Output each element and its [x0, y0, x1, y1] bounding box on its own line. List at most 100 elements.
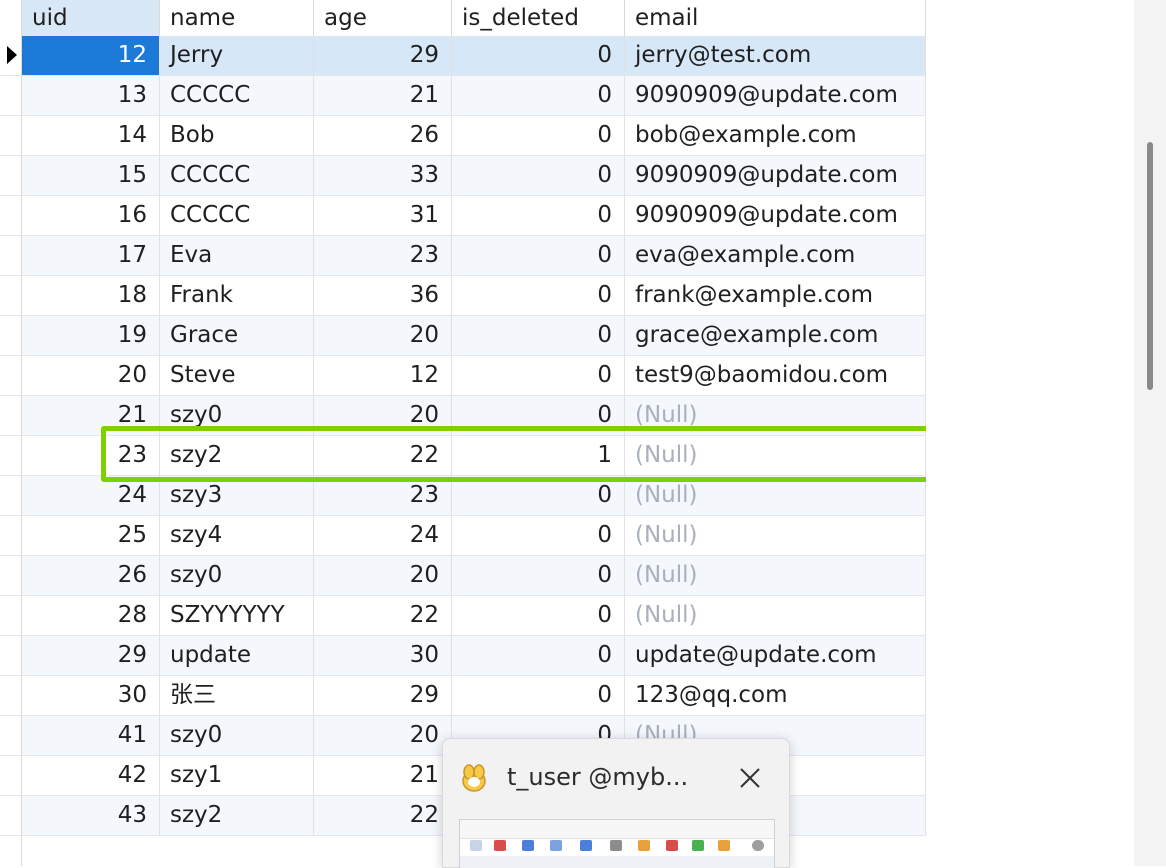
- cell-email[interactable]: frank@example.com: [625, 276, 926, 315]
- row-indicator[interactable]: [0, 356, 22, 395]
- table-row[interactable]: 28 SZYYYYYY 22 0 (Null): [0, 596, 926, 636]
- table-row[interactable]: 14 Bob 26 0 bob@example.com: [0, 116, 926, 156]
- cell-name[interactable]: szy1: [160, 756, 314, 795]
- cell-uid[interactable]: 18: [22, 276, 160, 315]
- row-indicator[interactable]: [0, 676, 22, 715]
- cell-uid[interactable]: 15: [22, 156, 160, 195]
- cell-age[interactable]: 31: [314, 196, 452, 235]
- row-indicator[interactable]: [0, 636, 22, 675]
- cell-is-deleted[interactable]: 0: [452, 556, 625, 595]
- row-indicator[interactable]: [0, 436, 22, 475]
- cell-email[interactable]: (Null): [625, 516, 926, 555]
- taskbar-window-preview[interactable]: t_user @myb...: [442, 738, 790, 868]
- cell-age[interactable]: 20: [314, 316, 452, 355]
- cell-uid[interactable]: 25: [22, 516, 160, 555]
- cell-email[interactable]: (Null): [625, 556, 926, 595]
- cell-uid[interactable]: 41: [22, 716, 160, 755]
- cell-email[interactable]: grace@example.com: [625, 316, 926, 355]
- cell-name[interactable]: CCCCC: [160, 76, 314, 115]
- cell-age[interactable]: 22: [314, 596, 452, 635]
- vertical-scrollbar[interactable]: [1134, 0, 1166, 866]
- cell-age[interactable]: 33: [314, 156, 452, 195]
- row-indicator[interactable]: [0, 236, 22, 275]
- scrollbar-thumb[interactable]: [1147, 142, 1153, 390]
- cell-uid[interactable]: 30: [22, 676, 160, 715]
- cell-email[interactable]: (Null): [625, 596, 926, 635]
- cell-is-deleted[interactable]: 0: [452, 76, 625, 115]
- cell-uid[interactable]: 20: [22, 356, 160, 395]
- cell-name[interactable]: Eva: [160, 236, 314, 275]
- cell-age[interactable]: 21: [314, 756, 452, 795]
- cell-age[interactable]: 36: [314, 276, 452, 315]
- row-indicator[interactable]: [0, 76, 22, 115]
- cell-is-deleted[interactable]: 0: [452, 116, 625, 155]
- cell-uid[interactable]: 19: [22, 316, 160, 355]
- cell-age[interactable]: 23: [314, 236, 452, 275]
- cell-name[interactable]: szy4: [160, 516, 314, 555]
- cell-uid[interactable]: 16: [22, 196, 160, 235]
- cell-uid[interactable]: 17: [22, 236, 160, 275]
- table-row[interactable]: 26 szy0 20 0 (Null): [0, 556, 926, 596]
- cell-uid[interactable]: 43: [22, 796, 160, 835]
- cell-name[interactable]: CCCCC: [160, 156, 314, 195]
- table-row[interactable]: 30 张三 29 0 123@qq.com: [0, 676, 926, 716]
- cell-uid[interactable]: 28: [22, 596, 160, 635]
- table-row[interactable]: 15 CCCCC 33 0 9090909@update.com: [0, 156, 926, 196]
- cell-name[interactable]: update: [160, 636, 314, 675]
- row-indicator[interactable]: [0, 556, 22, 595]
- cell-name[interactable]: Jerry: [160, 36, 314, 75]
- cell-email[interactable]: 9090909@update.com: [625, 76, 926, 115]
- row-indicator[interactable]: [0, 276, 22, 315]
- cell-is-deleted[interactable]: 0: [452, 36, 625, 75]
- row-indicator[interactable]: [0, 156, 22, 195]
- table-row[interactable]: 18 Frank 36 0 frank@example.com: [0, 276, 926, 316]
- close-icon[interactable]: [735, 763, 765, 793]
- cell-is-deleted[interactable]: 0: [452, 676, 625, 715]
- cell-is-deleted[interactable]: 0: [452, 196, 625, 235]
- cell-age[interactable]: 20: [314, 556, 452, 595]
- row-indicator[interactable]: [0, 316, 22, 355]
- cell-is-deleted[interactable]: 0: [452, 156, 625, 195]
- cell-name[interactable]: SZYYYYYY: [160, 596, 314, 635]
- cell-is-deleted[interactable]: 0: [452, 596, 625, 635]
- cell-uid[interactable]: 29: [22, 636, 160, 675]
- cell-is-deleted[interactable]: 0: [452, 356, 625, 395]
- table-row[interactable]: 20 Steve 12 0 test9@baomidou.com: [0, 356, 926, 396]
- table-row[interactable]: 16 CCCCC 31 0 9090909@update.com: [0, 196, 926, 236]
- cell-uid[interactable]: 42: [22, 756, 160, 795]
- column-header-email[interactable]: email: [625, 0, 926, 36]
- cell-age[interactable]: 20: [314, 716, 452, 755]
- cell-name[interactable]: Grace: [160, 316, 314, 355]
- row-indicator[interactable]: [0, 756, 22, 795]
- table-row[interactable]: 17 Eva 23 0 eva@example.com: [0, 236, 926, 276]
- cell-name[interactable]: szy2: [160, 796, 314, 835]
- table-row[interactable]: 29 update 30 0 update@update.com: [0, 636, 926, 676]
- row-indicator[interactable]: [0, 596, 22, 635]
- cell-name[interactable]: 张三: [160, 676, 314, 715]
- table-row[interactable]: 19 Grace 20 0 grace@example.com: [0, 316, 926, 356]
- cell-uid[interactable]: 12: [22, 36, 160, 75]
- column-header-is-deleted[interactable]: is_deleted: [452, 0, 625, 36]
- cell-age[interactable]: 30: [314, 636, 452, 675]
- cell-is-deleted[interactable]: 0: [452, 516, 625, 555]
- cell-email[interactable]: update@update.com: [625, 636, 926, 675]
- cell-name[interactable]: szy0: [160, 716, 314, 755]
- cell-age[interactable]: 29: [314, 676, 452, 715]
- cell-age[interactable]: 29: [314, 36, 452, 75]
- cell-email[interactable]: 9090909@update.com: [625, 156, 926, 195]
- cell-uid[interactable]: 13: [22, 76, 160, 115]
- row-indicator[interactable]: [0, 516, 22, 555]
- row-indicator[interactable]: [0, 36, 22, 75]
- row-indicator[interactable]: [0, 796, 22, 835]
- row-indicator[interactable]: [0, 196, 22, 235]
- row-indicator[interactable]: [0, 716, 22, 755]
- cell-name[interactable]: Frank: [160, 276, 314, 315]
- cell-name[interactable]: CCCCC: [160, 196, 314, 235]
- preview-thumbnail[interactable]: [459, 819, 775, 868]
- column-header-age[interactable]: age: [314, 0, 452, 36]
- table-row[interactable]: 13 CCCCC 21 0 9090909@update.com: [0, 76, 926, 116]
- row-indicator[interactable]: [0, 476, 22, 515]
- cell-email[interactable]: test9@baomidou.com: [625, 356, 926, 395]
- table-row[interactable]: 12 Jerry 29 0 jerry@test.com: [0, 36, 926, 76]
- cell-age[interactable]: 21: [314, 76, 452, 115]
